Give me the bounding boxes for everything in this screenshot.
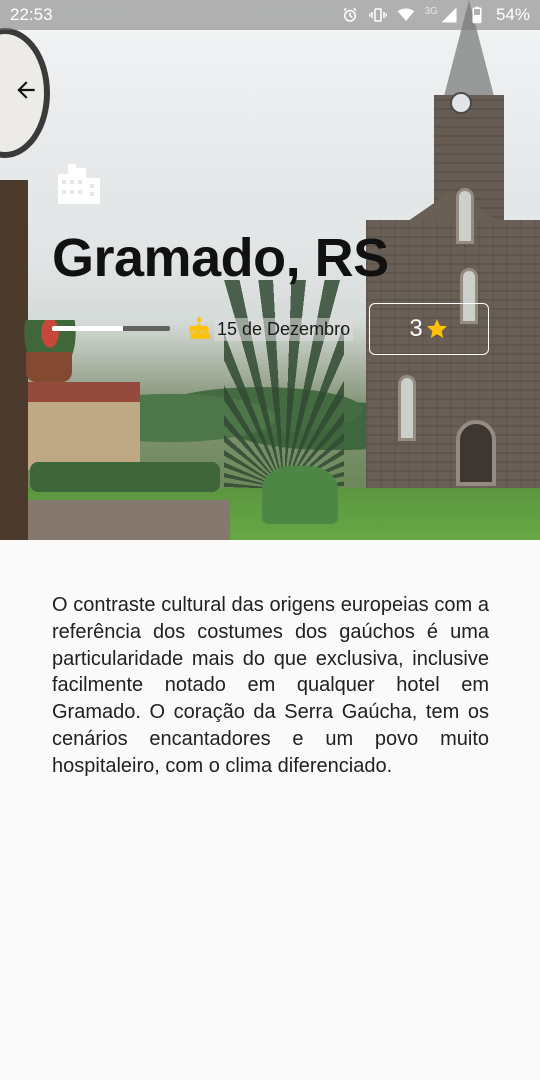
anniversary-date: 15 de Dezembro — [186, 316, 354, 342]
rating-badge[interactable]: 3 — [369, 303, 489, 355]
vibrate-icon — [368, 8, 387, 22]
status-time: 22:53 — [10, 5, 53, 24]
status-bar: 22:53 3G 54% — [0, 0, 540, 30]
rating-value: 3 — [409, 315, 423, 342]
date-text: 15 de Dezembro — [214, 317, 354, 341]
status-icons: 3G 54% — [341, 5, 530, 25]
arrow-left-icon — [17, 81, 35, 99]
star-icon — [426, 319, 447, 338]
alarm-icon — [343, 7, 357, 22]
cake-icon — [189, 316, 211, 339]
building-icon — [58, 164, 100, 204]
battery-level: 54% — [495, 5, 530, 24]
progress-bar — [52, 326, 170, 331]
network-type: 3G — [424, 5, 438, 17]
battery-icon — [472, 6, 482, 24]
wifi-icon — [397, 8, 414, 21]
back-button[interactable] — [10, 74, 42, 106]
place-description: O contraste cultural das origens europei… — [52, 594, 489, 777]
signal-icon — [441, 7, 457, 23]
progress-fill — [52, 326, 123, 331]
place-title: Gramado, RS — [52, 228, 389, 288]
